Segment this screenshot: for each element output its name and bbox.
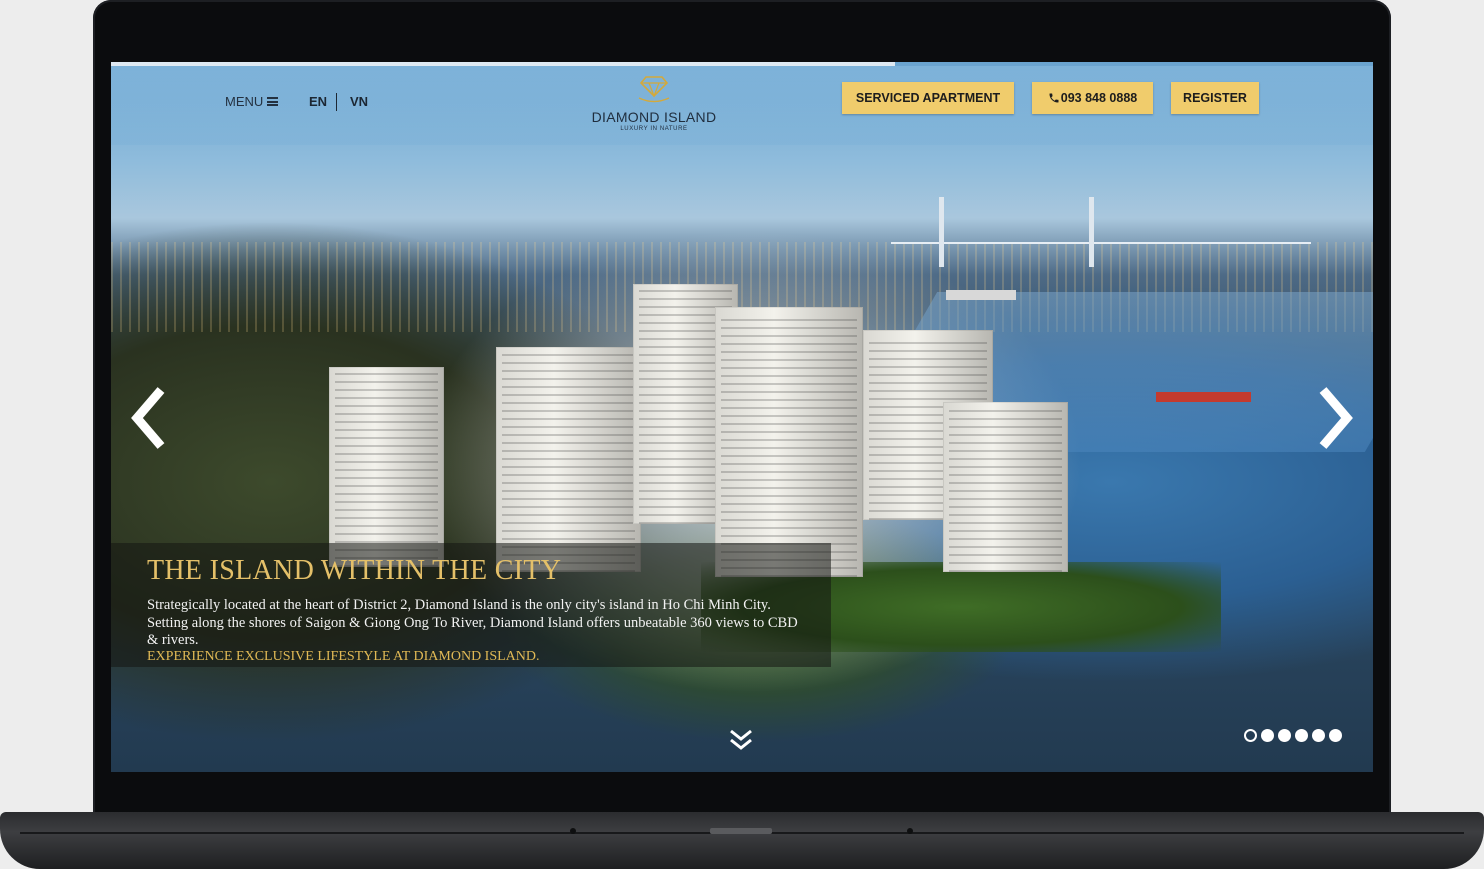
chevron-left-icon [131,387,165,449]
hero-slider: MENU EN VN DIAMOND ISLAND LUXURY IN NATU… [111,62,1373,772]
chevron-right-icon [1319,387,1353,449]
lang-divider [336,93,337,111]
apartment-tower [943,402,1068,572]
slide-pagination [1244,729,1342,742]
menu-label: MENU [225,94,264,109]
slide-description: Strategically located at the heart of Di… [147,597,798,648]
apartment-tower [715,307,863,577]
scroll-down-button[interactable] [728,728,754,752]
pagination-dot[interactable] [1312,729,1325,742]
pagination-dot[interactable] [1278,729,1291,742]
lang-en-link[interactable]: EN [309,94,327,109]
menu-button[interactable]: MENU [225,94,279,109]
logo-name: DIAMOND ISLAND [591,109,717,125]
laptop-base [0,812,1484,869]
lang-vn-link[interactable]: VN [350,94,368,109]
apartment-tower [496,347,641,572]
hamburger-icon [267,97,279,106]
diamond-icon [638,76,670,103]
register-button[interactable]: REGISTER [1171,82,1259,114]
slide-cta-link[interactable]: EXPERIENCE EXCLUSIVE LIFESTYLE AT DIAMON… [147,649,540,665]
site-logo[interactable]: DIAMOND ISLAND LUXURY IN NATURE [583,74,725,136]
slide-caption: THE ISLAND WITHIN THE CITY Strategically… [111,543,831,667]
pagination-dot[interactable] [1244,729,1257,742]
phone-icon [1049,93,1059,103]
cargo-ship [1156,392,1251,402]
apartment-tower [329,367,444,567]
logo-tagline: LUXURY IN NATURE [620,126,688,132]
serviced-apartment-button[interactable]: SERVICED APARTMENT [842,82,1014,114]
bridge-pylon [1089,197,1094,267]
laptop-foot [570,828,576,834]
phone-number: 093 848 0888 [1060,91,1138,105]
laptop-foot [907,828,913,834]
site-header: MENU EN VN DIAMOND ISLAND LUXURY IN NATU… [111,66,1373,145]
pagination-dot[interactable] [1261,729,1274,742]
cruise-ship [946,290,1016,300]
pagination-dot[interactable] [1329,729,1342,742]
bridge-pylon [939,197,944,267]
double-chevron-down-icon [730,729,752,750]
prev-slide-button[interactable] [129,386,169,450]
bridge-deck [891,242,1311,244]
slide-title: THE ISLAND WITHIN THE CITY [147,555,562,586]
pagination-dot[interactable] [1295,729,1308,742]
laptop-notch [710,828,772,834]
next-slide-button[interactable] [1315,386,1355,450]
phone-button[interactable]: 093 848 0888 [1032,82,1153,114]
